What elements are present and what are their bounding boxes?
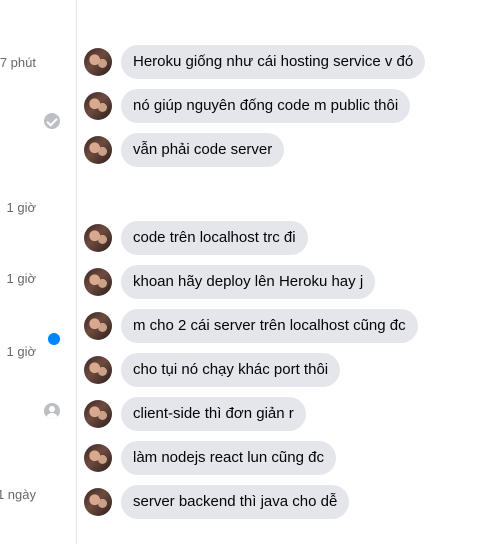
message-bubble[interactable]: khoan hãy deploy lên Heroku hay j <box>121 265 376 299</box>
avatar[interactable] <box>84 488 112 516</box>
timestamp: 1 giờ <box>6 344 37 359</box>
message-row: Heroku giống như cái hosting service v đ… <box>84 45 426 79</box>
message-bubble[interactable]: cho tụi nó chạy khác port thôi <box>121 353 341 387</box>
blue-dot-icon <box>48 333 60 345</box>
timestamp: 1 giờ <box>6 271 37 286</box>
message-row: khoan hãy deploy lên Heroku hay j <box>84 265 376 299</box>
message-row: code trên localhost trc đi <box>84 221 308 255</box>
message-bubble[interactable]: vẫn phải code server <box>121 133 285 167</box>
timestamp: 7 phút <box>0 55 36 70</box>
timestamp: 1 giờ <box>6 200 37 215</box>
message-bubble[interactable]: m cho 2 cái server trên localhost cũng đ… <box>121 309 418 343</box>
avatar[interactable] <box>84 136 112 164</box>
message-row: vẫn phải code server <box>84 133 285 167</box>
message-bubble[interactable]: nó giúp nguyên đống code m public thôi <box>121 89 411 123</box>
timestamp: 1 ngày <box>0 487 36 502</box>
avatar[interactable] <box>84 48 112 76</box>
avatar[interactable] <box>84 400 112 428</box>
message-row: làm nodejs react lun cũng đc <box>84 441 336 475</box>
message-row: nó giúp nguyên đống code m public thôi <box>84 89 411 123</box>
avatar[interactable] <box>84 92 112 120</box>
avatar[interactable] <box>84 224 112 252</box>
message-bubble[interactable]: client-side thì đơn giản r <box>121 397 306 431</box>
avatar[interactable] <box>84 268 112 296</box>
avatar[interactable] <box>84 356 112 384</box>
avatar[interactable] <box>84 444 112 472</box>
message-bubble[interactable]: code trên localhost trc đi <box>121 221 308 255</box>
message-bubble[interactable]: server backend thì java cho dễ <box>121 485 350 519</box>
check-circle-icon <box>44 113 60 129</box>
conversation-list: 7 phút 1 giờ 1 giờ 1 giờ 1 ngày <box>0 0 76 544</box>
user-silhouette-icon <box>44 403 60 419</box>
message-row: cho tụi nó chạy khác port thôi <box>84 353 341 387</box>
message-bubble[interactable]: làm nodejs react lun cũng đc <box>121 441 336 475</box>
message-row: server backend thì java cho dễ <box>84 485 350 519</box>
message-row: client-side thì đơn giản r <box>84 397 306 431</box>
pane-divider <box>76 0 77 544</box>
avatar[interactable] <box>84 312 112 340</box>
message-bubble[interactable]: Heroku giống như cái hosting service v đ… <box>121 45 426 79</box>
message-row: m cho 2 cái server trên localhost cũng đ… <box>84 309 418 343</box>
